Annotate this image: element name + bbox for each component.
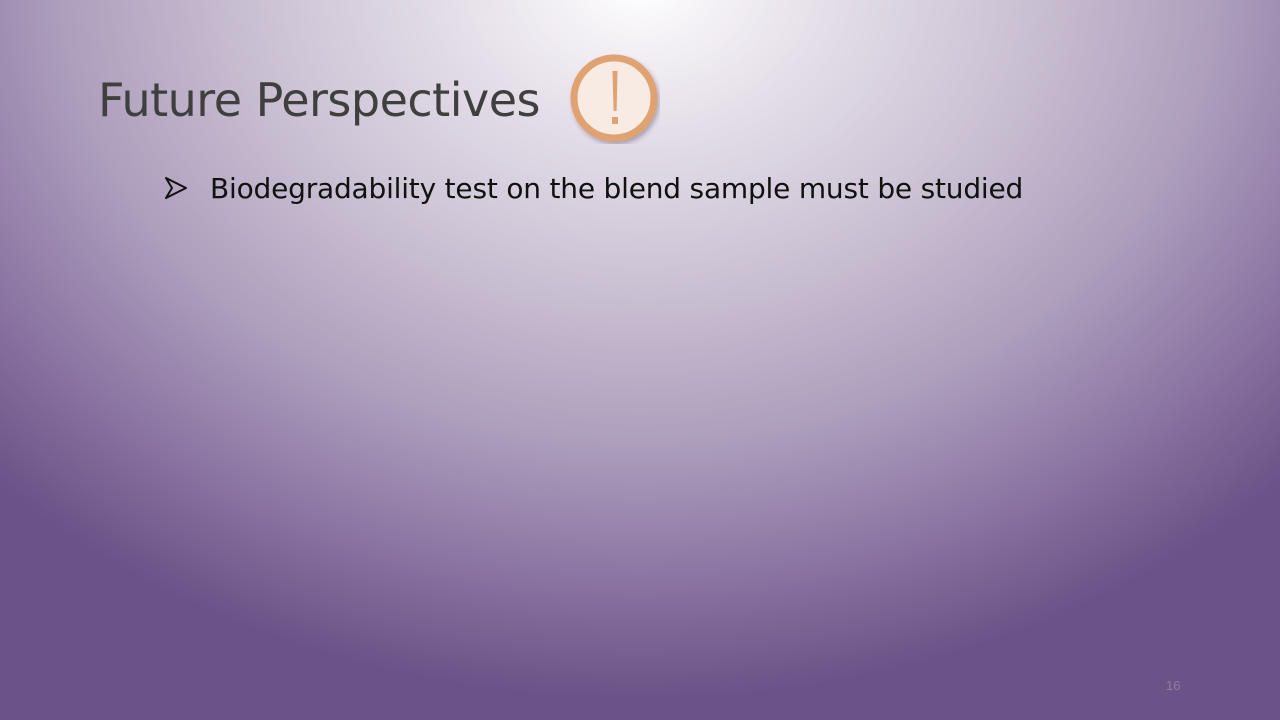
exclamation-circle-icon (570, 54, 658, 142)
arrowhead-bullet-icon (165, 177, 187, 199)
slide: Future Perspectives Biodegradability tes… (0, 0, 1280, 720)
bullet-item: Biodegradability test on the blend sampl… (164, 168, 1023, 208)
bullet-list: Biodegradability test on the blend sampl… (164, 168, 1023, 208)
page-number: 16 (1166, 678, 1181, 693)
bullet-text: Biodegradability test on the blend sampl… (210, 171, 1024, 205)
slide-title: Future Perspectives (98, 73, 541, 127)
